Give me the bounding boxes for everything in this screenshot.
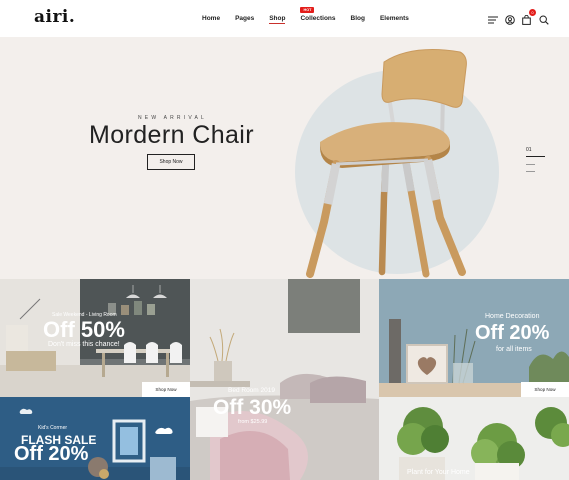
search-icon[interactable]	[538, 14, 549, 25]
hero-slider: NEW ARRIVAL Mordern Chair Shop Now 01	[0, 37, 569, 279]
cart-icon[interactable]: 0	[521, 9, 536, 25]
chair-image	[306, 49, 467, 278]
nav-shop[interactable]: Shop	[269, 15, 286, 24]
hero-title: Mordern Chair	[89, 121, 254, 149]
living-subtext: Don't miss this chance!	[48, 341, 120, 348]
header-icons: 0	[481, 9, 549, 25]
living-shop-now-button[interactable]: Shop Now	[142, 382, 190, 397]
decoration-headline: Off 20%	[475, 322, 550, 344]
plant-kicker: Plant for Your Home	[407, 469, 470, 476]
decoration-subtext: for all items	[496, 346, 532, 353]
account-icon[interactable]	[504, 14, 515, 25]
slide-number: 01	[526, 147, 532, 153]
slide-dot[interactable]	[526, 171, 535, 172]
nav-blog[interactable]: Blog	[351, 15, 365, 24]
decoration-kicker: Home Decoration	[485, 313, 540, 320]
kids-headline-off: Off 20%	[14, 443, 89, 465]
kids-kicker: Kid's Corrner	[38, 425, 68, 431]
promo-bedroom[interactable]: Bed Room 2019 Off 30% from $25.99	[190, 279, 379, 480]
main-nav: Home Pages Shop HOT Collections Blog Ele…	[202, 7, 424, 24]
slider-pagination: 01	[526, 147, 545, 172]
promo-plant[interactable]: Plant for Your Home	[379, 397, 569, 480]
bedroom-headline: Off 30%	[213, 396, 292, 419]
nav-home[interactable]: Home	[202, 15, 220, 24]
bedroom-image	[190, 279, 379, 480]
hot-badge: HOT	[300, 7, 315, 13]
nav-pages[interactable]: Pages	[235, 15, 254, 24]
logo[interactable]: airi.	[34, 7, 75, 27]
nav-collections-label: Collections	[300, 15, 336, 22]
hero-shop-now-button[interactable]: Shop Now	[147, 154, 195, 170]
page: airi. Home Pages Shop HOT Collections Bl…	[0, 0, 569, 480]
decoration-shop-now-button[interactable]: Shop Now	[521, 382, 569, 397]
promo-living-room[interactable]: Sale Weekend - Living Room Off 50% Don't…	[0, 279, 190, 397]
plant-image	[379, 397, 569, 480]
slide-dot[interactable]	[526, 164, 535, 165]
bedroom-subtext: from $25.99	[238, 419, 268, 425]
living-headline: Off 50%	[43, 317, 125, 342]
nav-collections[interactable]: HOT Collections	[300, 7, 336, 24]
nav-elements[interactable]: Elements	[380, 15, 409, 24]
menu-icon[interactable]	[487, 14, 498, 25]
promo-kids-corner[interactable]: Kid's Corrner FLASH SALE Off 20%	[0, 397, 190, 480]
site-header: airi. Home Pages Shop HOT Collections Bl…	[0, 0, 569, 37]
promo-home-decoration[interactable]: Home Decoration Off 20% for all items Sh…	[379, 279, 569, 397]
slide-dot-active[interactable]	[526, 156, 545, 157]
cart-count-badge: 0	[529, 9, 536, 16]
bedroom-kicker: Bed Room 2019	[228, 387, 275, 394]
